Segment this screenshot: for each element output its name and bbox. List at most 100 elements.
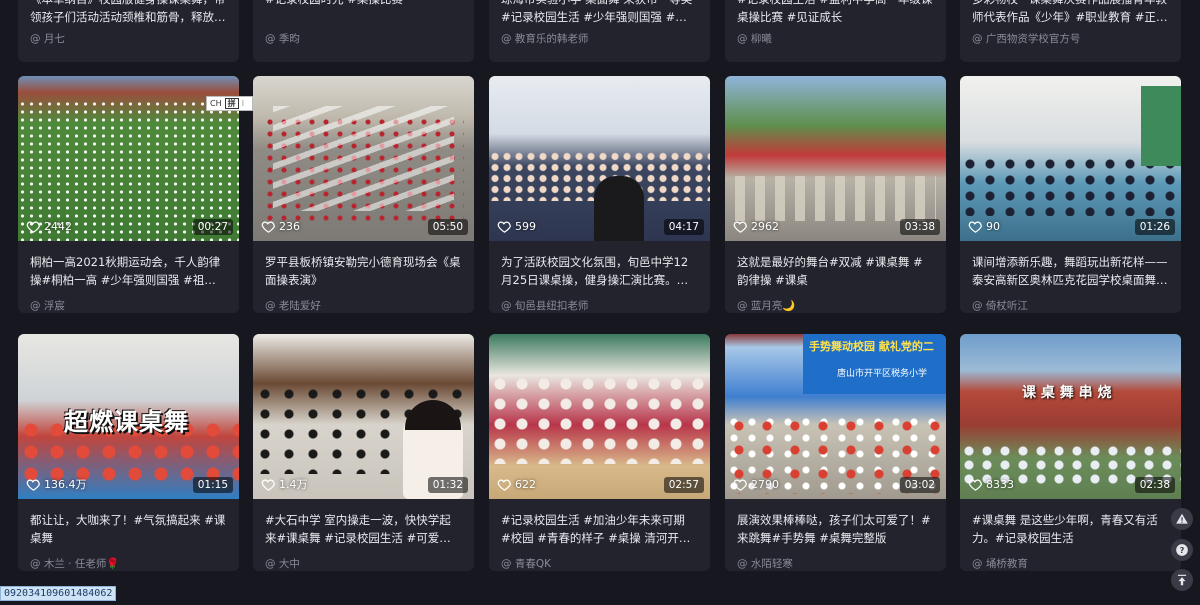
video-thumbnail[interactable]: 622 02:57 xyxy=(489,334,710,499)
like-count: 136.4万 xyxy=(26,476,87,492)
video-author[interactable]: @ 水陌轻寒 xyxy=(737,556,934,571)
ime-menu-icon: ⁝ xyxy=(241,99,245,108)
video-author[interactable]: @ 老陆爱好 xyxy=(265,298,462,313)
video-card[interactable]: 《本草纲目》校园版健身操课桌舞，带领孩子们活动活动颈椎和筋骨，释放学习… @ 月… xyxy=(18,0,239,62)
heart-outline-icon xyxy=(26,478,40,491)
warning-icon xyxy=(1176,513,1188,524)
heart-outline-icon xyxy=(968,221,982,233)
heart-outline-icon xyxy=(261,221,275,233)
video-id-tag: 09203410960148406​2 xyxy=(0,586,117,601)
like-count-text: 2442 xyxy=(44,220,72,233)
video-author[interactable]: @ 蓝月亮🌙 xyxy=(737,298,934,313)
like-count-text: 90 xyxy=(986,220,1000,233)
video-card[interactable]: 课 桌 舞 串 烧 8333 02:38 #课桌舞 是这些少年啊，青春又有活力。… xyxy=(960,334,1181,571)
like-count: 2790 xyxy=(733,477,779,492)
duration-badge: 02:57 xyxy=(663,477,704,493)
video-author[interactable]: @ 青春QK xyxy=(501,556,698,571)
video-card[interactable]: 1.4万 01:32 #大石中学 室内操走一波，快快学起来#课桌舞 #记录校园生… xyxy=(253,334,474,571)
like-count-text: 2962 xyxy=(751,220,779,233)
video-title[interactable]: 课间增添新乐趣，舞蹈玩出新花样——泰安高新区奥林匹克花园学校桌面舞展示… xyxy=(972,253,1169,289)
like-count: 622 xyxy=(497,477,536,492)
video-title[interactable]: 这就是最好的舞台#双减 #课桌舞 #韵律操 #课桌 xyxy=(737,253,934,289)
video-author[interactable]: @ 月七 xyxy=(30,31,227,46)
video-card[interactable]: 2962 03:38 这就是最好的舞台#双减 #课桌舞 #韵律操 #课桌 @ 蓝… xyxy=(725,76,946,313)
heart-outline-icon xyxy=(968,479,982,491)
video-author[interactable]: @ 教育乐的韩老师 xyxy=(501,31,698,46)
ime-mode-icon: 拼 xyxy=(224,98,239,109)
like-count: 8333 xyxy=(968,477,1014,492)
like-count-text: 8333 xyxy=(986,478,1014,491)
video-thumbnail[interactable]: 课 桌 舞 串 烧 8333 02:38 xyxy=(960,334,1181,499)
duration-badge: 03:38 xyxy=(899,219,940,235)
video-title[interactable]: 桐柏一高2021秋期运动会，千人韵律操#桐柏一高 #少年强则国强 #祖国的花朵… xyxy=(30,253,227,289)
video-author[interactable]: @ 季昀 xyxy=(265,31,462,46)
duration-badge: 01:15 xyxy=(192,477,233,493)
video-card[interactable]: 超燃课桌舞 136.4万 01:15 都让让，大咖来了！#气氛搞起来 #课桌舞 … xyxy=(18,334,239,571)
help-button[interactable]: ? xyxy=(1171,539,1193,561)
report-button[interactable] xyxy=(1171,508,1193,530)
video-title[interactable]: 展演效果棒棒哒，孩子们太可爱了！#来跳舞#手势舞 #桌舞完整版 xyxy=(737,511,934,547)
video-author[interactable]: @ 木兰 · 任老师🌹 xyxy=(30,556,227,571)
video-title[interactable]: 都让让，大咖来了！#气氛搞起来 #课桌舞 xyxy=(30,511,227,547)
like-count: 2962 xyxy=(733,219,779,234)
help-icon: ? xyxy=(1176,544,1188,556)
like-count: 1.4万 xyxy=(261,476,308,492)
video-author[interactable]: @ 旬邑县纽扣老师 xyxy=(501,298,698,313)
video-title[interactable]: 《本草纲目》校园版健身操课桌舞，带领孩子们活动活动颈椎和筋骨，释放学习… xyxy=(30,0,227,26)
like-count: 236 xyxy=(261,219,300,234)
video-card[interactable]: 236 05:50 罗平县板桥镇安勒完小德育现场会《桌面操表演》 @ 老陆爱好 xyxy=(253,76,474,313)
video-thumbnail[interactable]: 超燃课桌舞 136.4万 01:15 xyxy=(18,334,239,499)
video-thumbnail[interactable]: 599 04:17 xyxy=(489,76,710,241)
video-author[interactable]: @ 柳曦 xyxy=(737,31,934,46)
back-to-top-icon xyxy=(1177,574,1187,586)
video-title[interactable]: #课桌舞 是这些少年啊，青春又有活力。#记录校园生活 xyxy=(972,511,1169,547)
video-title[interactable]: 多彩物校 · 课桌舞决赛作品展播青年教师代表作品《少年》#职业教育 #正青春不… xyxy=(972,0,1169,26)
video-title[interactable]: #记录校园生活 #加油少年未来可期 #校园 #青春的样子 #桌操 清河开明中学桌… xyxy=(501,511,698,547)
video-thumbnail[interactable]: 手势舞动校园 献礼党的二 唐山市开平区税务小学 2790 03:02 xyxy=(725,334,946,499)
duration-badge: 03:02 xyxy=(899,477,940,493)
like-count: 599 xyxy=(497,219,536,234)
video-card[interactable]: 599 04:17 为了活跃校园文化氛围，旬邑中学12月25日课桌操，健身操汇演… xyxy=(489,76,710,313)
video-author[interactable]: @ 广西物资学校官方号 xyxy=(972,31,1169,46)
back-to-top-button[interactable] xyxy=(1171,569,1193,591)
heart-outline-icon xyxy=(733,221,747,233)
heart-outline-icon xyxy=(497,479,511,491)
video-card[interactable]: 2442 00:27 桐柏一高2021秋期运动会，千人韵律操#桐柏一高 #少年强… xyxy=(18,76,239,313)
like-count: 2442 xyxy=(26,219,72,234)
like-count-text: 136.4万 xyxy=(44,478,87,491)
heart-outline-icon xyxy=(26,221,40,233)
duration-badge: 05:50 xyxy=(427,219,468,235)
like-count-text: 1.4万 xyxy=(279,478,308,491)
video-author[interactable]: @ 倚杖听江 xyxy=(972,298,1169,313)
video-author[interactable]: @ 浮宸 xyxy=(30,298,227,313)
like-count-text: 622 xyxy=(515,478,536,491)
video-title[interactable]: 罗平县板桥镇安勒完小德育现场会《桌面操表演》 xyxy=(265,253,462,289)
duration-badge: 01:32 xyxy=(427,477,468,493)
video-title[interactable]: #记录校园生活 #监利中学高一年级课桌操比赛 #见证成长 xyxy=(737,0,934,26)
video-thumbnail[interactable]: 236 05:50 xyxy=(253,76,474,241)
video-card[interactable]: 90 01:26 课间增添新乐趣，舞蹈玩出新花样——泰安高新区奥林匹克花园学校桌… xyxy=(960,76,1181,313)
video-card[interactable]: #记录校园生活 #监利中学高一年级课桌操比赛 #见证成长 @ 柳曦 xyxy=(725,0,946,62)
video-title[interactable]: #大石中学 室内操走一波，快快学起来#课桌舞 #记录校园生活 #可爱的孩子们棒… xyxy=(265,511,462,547)
duration-badge: 04:17 xyxy=(663,219,704,235)
video-author[interactable]: @ 埇桥教育 xyxy=(972,556,1169,571)
heart-outline-icon xyxy=(497,221,511,233)
video-card[interactable]: 琼海市实验小学 桌面舞 荣获市一等奖#记录校园生活 #少年强则国强 #校园活动 … xyxy=(489,0,710,62)
video-title[interactable]: 琼海市实验小学 桌面舞 荣获市一等奖#记录校园生活 #少年强则国强 #校园活动 … xyxy=(501,0,698,26)
duration-badge: 00:27 xyxy=(192,219,233,235)
video-thumbnail[interactable]: 90 01:26 xyxy=(960,76,1181,241)
like-count-text: 599 xyxy=(515,220,536,233)
video-title[interactable]: 为了活跃校园文化氛围，旬邑中学12月25日课桌操，健身操汇演比赛。静待佳… xyxy=(501,253,698,289)
ime-indicator[interactable]: CH 拼 ⁝ xyxy=(206,96,253,111)
video-title[interactable]: #记录校园时光 #桌操比赛 xyxy=(265,0,462,26)
like-count-text: 2790 xyxy=(751,478,779,491)
video-thumbnail[interactable]: 1.4万 01:32 xyxy=(253,334,474,499)
video-card[interactable]: 多彩物校 · 课桌舞决赛作品展播青年教师代表作品《少年》#职业教育 #正青春不…… xyxy=(960,0,1181,62)
video-overlay-text: 手势舞动校园 献礼党的二 xyxy=(809,340,934,353)
video-card[interactable]: #记录校园时光 #桌操比赛 @ 季昀 xyxy=(253,0,474,62)
video-card[interactable]: 手势舞动校园 献礼党的二 唐山市开平区税务小学 2790 03:02 展演效果棒… xyxy=(725,334,946,571)
video-overlay-text: 超燃课桌舞 xyxy=(64,408,189,436)
video-thumbnail[interactable]: 2962 03:38 xyxy=(725,76,946,241)
video-author[interactable]: @ 大中 xyxy=(265,556,462,571)
video-card[interactable]: 622 02:57 #记录校园生活 #加油少年未来可期 #校园 #青春的样子 #… xyxy=(489,334,710,571)
